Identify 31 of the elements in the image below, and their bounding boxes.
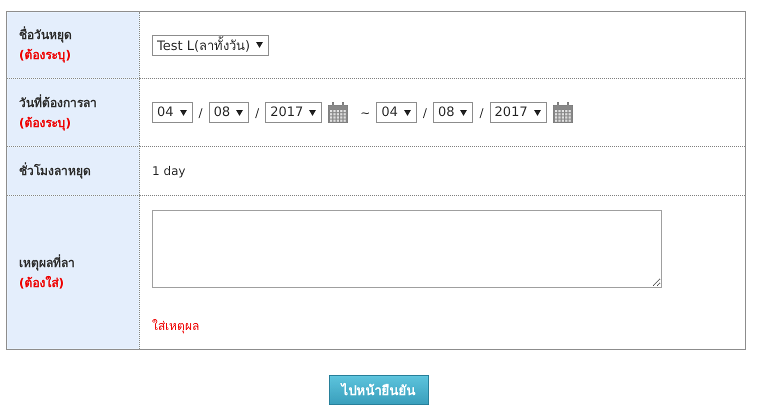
caret-icon bbox=[256, 42, 264, 48]
required-note: (ต้องระบุ) bbox=[19, 47, 72, 65]
required-note: (ต้องระบุ) bbox=[19, 114, 72, 132]
reason-field[interactable] bbox=[152, 210, 662, 288]
date-separator: / bbox=[198, 106, 203, 120]
caret-icon bbox=[236, 110, 244, 116]
select-dropdown[interactable]: 08 bbox=[208, 102, 250, 123]
caret-icon bbox=[460, 110, 468, 116]
select-dropdown[interactable]: 04 bbox=[152, 102, 193, 123]
caret-icon bbox=[309, 110, 316, 116]
range-separator: ~ bbox=[360, 106, 370, 120]
calendar-icon[interactable] bbox=[552, 102, 573, 123]
select-dropdown[interactable]: 08 bbox=[432, 102, 474, 123]
calendar-icon[interactable] bbox=[328, 102, 348, 123]
select-dropdown[interactable]: 2017 bbox=[490, 102, 547, 123]
select-dropdown[interactable]: 2017 bbox=[265, 102, 322, 123]
field-label: เหตุผลที่ลา bbox=[19, 253, 75, 272]
date-separator: / bbox=[255, 106, 260, 120]
field-label: วันที่ต้องการลา bbox=[19, 93, 97, 112]
select-dropdown[interactable]: 04 bbox=[376, 102, 417, 123]
value-text: 1 day bbox=[152, 164, 186, 178]
select-dropdown[interactable]: Test L(ลาทั้งวัน) bbox=[152, 34, 270, 56]
hint-text: ใส่เหตุผล bbox=[152, 318, 199, 335]
caret-icon bbox=[180, 110, 187, 116]
field-label: ชื่อวันหยุด bbox=[19, 25, 72, 45]
caret-icon bbox=[534, 110, 541, 116]
caret-icon bbox=[404, 110, 411, 116]
required-note: (ต้องใส่) bbox=[19, 274, 65, 292]
field-label: ชั่วโมงลาหยุด bbox=[19, 161, 91, 181]
date-separator: / bbox=[479, 106, 484, 120]
date-separator: / bbox=[422, 106, 427, 120]
